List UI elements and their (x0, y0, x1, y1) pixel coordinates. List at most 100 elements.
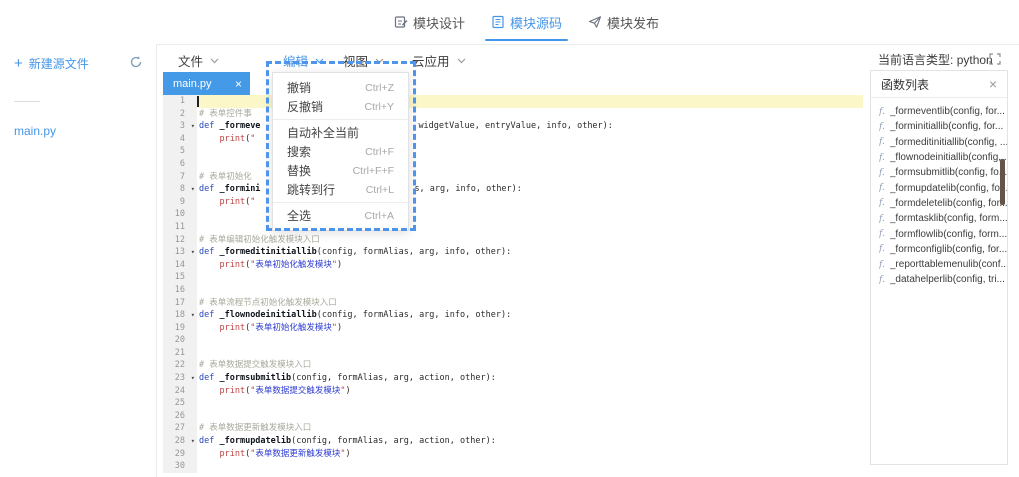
line-gutter: 15 (163, 271, 197, 284)
code-token: (config, formAlias, arg, action, other): (291, 436, 496, 446)
function-list-item[interactable]: f._formtasklib(config, form... (879, 211, 1007, 226)
line-number: 7 (180, 171, 185, 184)
function-list-header: 函数列表 × (871, 71, 1007, 98)
menubar-item-3[interactable]: 云应用 (412, 51, 466, 70)
code-token: # 表单初始化 (199, 172, 252, 182)
fold-icon[interactable]: ▾ (191, 309, 195, 322)
line-gutter: 30 (163, 460, 197, 473)
tab-label: 模块发布 (607, 13, 659, 32)
code-line: 12# 表单编辑初始化触发模块入口 (163, 234, 863, 247)
code-token: widgetValue, entryValue, info, other): (418, 121, 612, 131)
code-token: _formini (219, 184, 260, 194)
close-icon[interactable]: × (235, 78, 242, 90)
line-gutter: 21 (163, 347, 197, 360)
code-line: 22# 表单数据提交触发模块入口 (163, 359, 863, 372)
line-gutter: 22 (163, 359, 197, 372)
line-number: 10 (175, 208, 185, 221)
code-line: 16 (163, 284, 863, 297)
fold-icon[interactable]: ▾ (191, 246, 195, 259)
function-name: _formdeletelib(config, for... (890, 198, 1007, 209)
code-line: 2# 表单控件事 (163, 108, 863, 121)
code-line: 4 print(" (163, 133, 863, 146)
line-number: 1 (180, 95, 185, 108)
fold-icon[interactable]: ▾ (191, 372, 195, 385)
line-number: 15 (175, 271, 185, 284)
menu-item-label: 搜索 (287, 143, 311, 160)
edit-menu-item-0[interactable]: 撤销Ctrl+Z (273, 78, 408, 97)
code-token: _formeditinitiallib (219, 247, 316, 257)
fold-icon[interactable]: ▾ (191, 120, 195, 133)
function-list-item[interactable]: f._flownodeinitiallib(config,... (879, 150, 1007, 165)
line-gutter: 11 (163, 221, 197, 234)
edit-menu-item-2[interactable]: 自动补全当前 (273, 123, 408, 142)
code-token: def (199, 247, 219, 257)
new-source-file-button[interactable]: + 新建源文件 (14, 55, 89, 72)
code-text: # 表单数据提交触发模块入口 (197, 359, 863, 372)
new-source-file-label: 新建源文件 (29, 55, 89, 72)
code-line: 5 (163, 145, 863, 158)
menubar-item-2[interactable]: 视图 (343, 51, 384, 70)
fold-icon[interactable]: ▾ (191, 183, 195, 196)
function-icon: f. (879, 137, 885, 147)
menu-item-label: 全选 (287, 207, 311, 224)
line-gutter: 13▾ (163, 246, 197, 259)
scrollbar-thumb[interactable] (1000, 159, 1005, 205)
function-list-item[interactable]: f._datahelperlib(config, tri... (879, 272, 1007, 287)
code-token: ) (337, 260, 342, 270)
line-gutter: 14 (163, 259, 197, 272)
sidebar-file-mainpy[interactable]: main.py (14, 124, 56, 138)
code-token: " (250, 134, 255, 144)
edit-menu-item-3[interactable]: 搜索Ctrl+F (273, 142, 408, 161)
code-editor[interactable]: 12# 表单控件事3▾def _formevewidgetValue, entr… (163, 95, 863, 477)
menubar-item-0[interactable]: 文件 (178, 51, 219, 70)
close-icon[interactable]: × (989, 77, 997, 91)
editor-tab-mainpy[interactable]: main.py × (163, 72, 250, 95)
refresh-icon[interactable] (129, 55, 143, 74)
function-list-item[interactable]: f._forminitiallib(config, for... (879, 119, 1007, 134)
code-token: 表单初始化触发模块 (255, 323, 332, 333)
function-list-item[interactable]: f._formeventlib(config, for... (879, 104, 1007, 119)
line-number: 14 (175, 259, 185, 272)
code-line: 9 print(" (163, 196, 863, 209)
function-list-item[interactable]: f._reporttablemenulib(conf... (879, 257, 1007, 272)
tab-label: 模块源码 (510, 13, 562, 32)
function-list-item[interactable]: f. _formdeletelib(config, for... (879, 196, 1007, 211)
code-token: def (199, 121, 219, 131)
plus-icon: + (14, 58, 23, 70)
chevron-down-icon (210, 58, 219, 64)
fullscreen-icon[interactable] (989, 52, 1001, 70)
line-gutter: 6 (163, 158, 197, 171)
line-gutter: 26 (163, 410, 197, 423)
function-list-item[interactable]: f._formeditinitiallib(config, ... (879, 135, 1007, 150)
edit-menu-item-4[interactable]: 替换Ctrl+F+F (273, 161, 408, 180)
function-icon: f. (879, 198, 885, 208)
menu-divider (273, 202, 408, 203)
tab-module-design[interactable]: 模块设计 (394, 0, 465, 44)
tab-module-source[interactable]: 模块源码 (491, 0, 562, 44)
code-token (199, 260, 219, 270)
tab-module-publish[interactable]: 模块发布 (588, 0, 659, 44)
function-list-item[interactable]: f._formupdatelib(config, fo... (879, 180, 1007, 195)
function-list-item[interactable]: f._formsubmitlib(config, fo... (879, 165, 1007, 180)
edit-menu-item-5[interactable]: 跳转到行Ctrl+L (273, 180, 408, 199)
function-list-item[interactable]: f._formflowlib(config, form... (879, 226, 1007, 241)
code-line: 21 (163, 347, 863, 360)
line-number: 2 (180, 108, 185, 121)
line-number: 12 (175, 234, 185, 247)
code-text (197, 271, 863, 284)
function-icon: f. (879, 168, 885, 178)
menubar-item-1[interactable]: 编辑 (283, 51, 324, 70)
module-publish-icon (588, 15, 602, 29)
line-number: 6 (180, 158, 185, 171)
code-text (197, 334, 863, 347)
code-line: 11 (163, 221, 863, 234)
code-token: ) (345, 449, 350, 459)
line-number: 24 (175, 385, 185, 398)
function-list-item[interactable]: f._formconfiglib(config, for... (879, 242, 1007, 257)
line-gutter: 18▾ (163, 309, 197, 322)
fold-icon[interactable]: ▾ (191, 435, 195, 448)
edit-menu-item-6[interactable]: 全选Ctrl+A (273, 206, 408, 225)
tab-label: 模块设计 (413, 13, 465, 32)
code-text: print("表单数据更新触发模块") (197, 448, 863, 461)
edit-menu-item-1[interactable]: 反撤销Ctrl+Y (273, 97, 408, 116)
